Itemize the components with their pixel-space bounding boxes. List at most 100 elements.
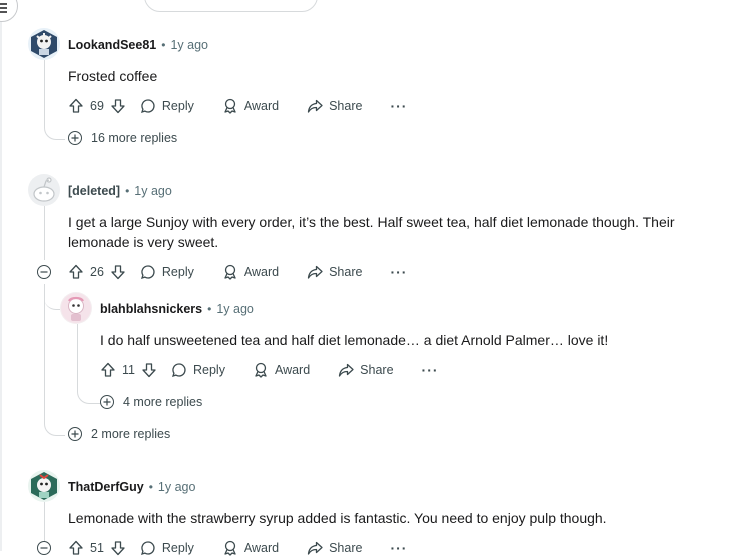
share-button[interactable]: Share <box>307 98 362 114</box>
more-options-icon[interactable]: ··· <box>390 541 407 555</box>
comment-time[interactable]: 1y ago <box>170 38 208 52</box>
upvote-icon[interactable] <box>68 540 84 556</box>
comment-actions: 69 Reply Award Share ··· <box>68 94 407 118</box>
vote-count: 26 <box>90 265 104 279</box>
comment-time[interactable]: 1y ago <box>216 302 254 316</box>
upvote-icon[interactable] <box>68 264 84 280</box>
comment-meta: ThatDerfGuy • 1y ago <box>68 477 195 497</box>
expand-icon <box>68 131 82 145</box>
user-avatar-icon <box>31 472 57 500</box>
more-options-icon[interactable]: ··· <box>390 99 407 113</box>
reply-button[interactable]: Reply <box>140 540 194 556</box>
award-icon <box>224 98 236 114</box>
more-replies-link[interactable]: 2 more replies <box>68 424 170 444</box>
comment-body: Frosted coffee <box>68 68 158 84</box>
comment-author: [deleted] <box>68 184 121 198</box>
page-left-border <box>0 0 2 551</box>
reply-button[interactable]: Reply <box>171 362 225 378</box>
downvote-icon[interactable] <box>141 362 157 378</box>
award-label: Award <box>243 99 280 113</box>
vote-count: 11 <box>122 363 135 377</box>
reply-bubble-icon <box>140 99 155 114</box>
thread-line-1 <box>44 60 65 140</box>
more-options-icon[interactable]: ··· <box>390 265 407 279</box>
share-label: Share <box>360 363 394 377</box>
collapse-icon <box>40 271 48 273</box>
vote-group: 26 <box>68 264 126 280</box>
comment-author[interactable]: blahblahsnickers <box>100 302 202 316</box>
comment-actions: 26 Reply Award Share ··· <box>68 260 407 284</box>
avatar[interactable] <box>60 292 92 324</box>
award-button[interactable]: Award <box>222 98 279 114</box>
award-button[interactable]: Award <box>222 540 279 556</box>
comment-meta: LookandSee81 • 1y ago <box>68 35 208 55</box>
vote-count: 69 <box>90 99 104 113</box>
avatar[interactable] <box>28 470 60 502</box>
share-button[interactable]: Share <box>307 264 362 280</box>
award-label: Award <box>243 265 280 279</box>
expand-icon <box>68 427 82 441</box>
comment-body: I get a large Sunjoy with every order, i… <box>68 214 675 250</box>
reply-bubble-icon <box>171 363 186 378</box>
expand-icon <box>100 395 114 409</box>
separator-dot: • <box>148 480 153 494</box>
reply-label: Reply <box>161 541 194 555</box>
comment-author[interactable]: ThatDerfGuy <box>68 480 144 494</box>
top-pill-button[interactable] <box>144 0 318 12</box>
award-icon <box>224 540 236 556</box>
user-avatar-icon <box>31 30 57 58</box>
thread-line-reply <box>77 324 100 404</box>
hamburger-icon <box>0 3 7 13</box>
reply-label: Reply <box>192 363 225 377</box>
share-label: Share <box>329 265 363 279</box>
share-icon <box>307 265 323 279</box>
collapse-thread-button[interactable] <box>37 541 51 555</box>
comment-author[interactable]: LookandSee81 <box>68 38 156 52</box>
vote-group: 11 <box>100 362 157 378</box>
award-label: Award <box>243 541 280 555</box>
share-icon <box>339 363 354 377</box>
share-label: Share <box>329 99 363 113</box>
downvote-icon[interactable] <box>110 540 126 556</box>
comment-meta: blahblahsnickers • 1y ago <box>100 299 254 319</box>
more-replies-label: 2 more replies <box>91 427 171 441</box>
reply-button[interactable]: Reply <box>140 264 194 280</box>
separator-dot: • <box>161 38 166 52</box>
comment-time[interactable]: 1y ago <box>158 480 196 494</box>
more-replies-link[interactable]: 4 more replies <box>100 392 202 412</box>
award-icon <box>255 362 267 378</box>
avatar[interactable] <box>28 174 60 206</box>
more-replies-label: 4 more replies <box>123 395 203 409</box>
upvote-icon[interactable] <box>100 362 116 378</box>
downvote-icon[interactable] <box>110 264 126 280</box>
award-button[interactable]: Award <box>222 264 279 280</box>
more-options-icon[interactable]: ··· <box>422 363 439 377</box>
comment-actions: 51 Reply Award Share ··· <box>68 536 407 560</box>
award-icon <box>224 264 236 280</box>
share-icon <box>307 99 323 113</box>
user-avatar-icon <box>61 293 91 323</box>
comment-actions: 11 Reply Award Share ··· <box>100 358 439 382</box>
reply-bubble-icon <box>140 265 155 280</box>
share-button[interactable]: Share <box>307 540 362 556</box>
collapse-thread-button[interactable] <box>37 265 51 279</box>
reply-label: Reply <box>161 99 194 113</box>
menu-button[interactable] <box>0 0 18 22</box>
vote-group: 69 <box>68 98 126 114</box>
vote-group: 51 <box>68 540 126 556</box>
more-replies-link[interactable]: 16 more replies <box>68 128 177 148</box>
reply-label: Reply <box>161 265 194 279</box>
comment-time[interactable]: 1y ago <box>134 184 172 198</box>
avatar[interactable] <box>28 28 60 60</box>
vote-count: 51 <box>90 541 104 555</box>
comment-body: Lemonade with the strawberry syrup added… <box>68 510 607 526</box>
deleted-user-avatar-icon <box>33 177 55 202</box>
downvote-icon[interactable] <box>110 98 126 114</box>
share-label: Share <box>329 541 363 555</box>
separator-dot: • <box>125 184 130 198</box>
more-replies-label: 16 more replies <box>91 131 178 145</box>
reply-button[interactable]: Reply <box>140 98 194 114</box>
award-button[interactable]: Award <box>253 362 310 378</box>
share-button[interactable]: Share <box>338 362 394 378</box>
upvote-icon[interactable] <box>68 98 84 114</box>
